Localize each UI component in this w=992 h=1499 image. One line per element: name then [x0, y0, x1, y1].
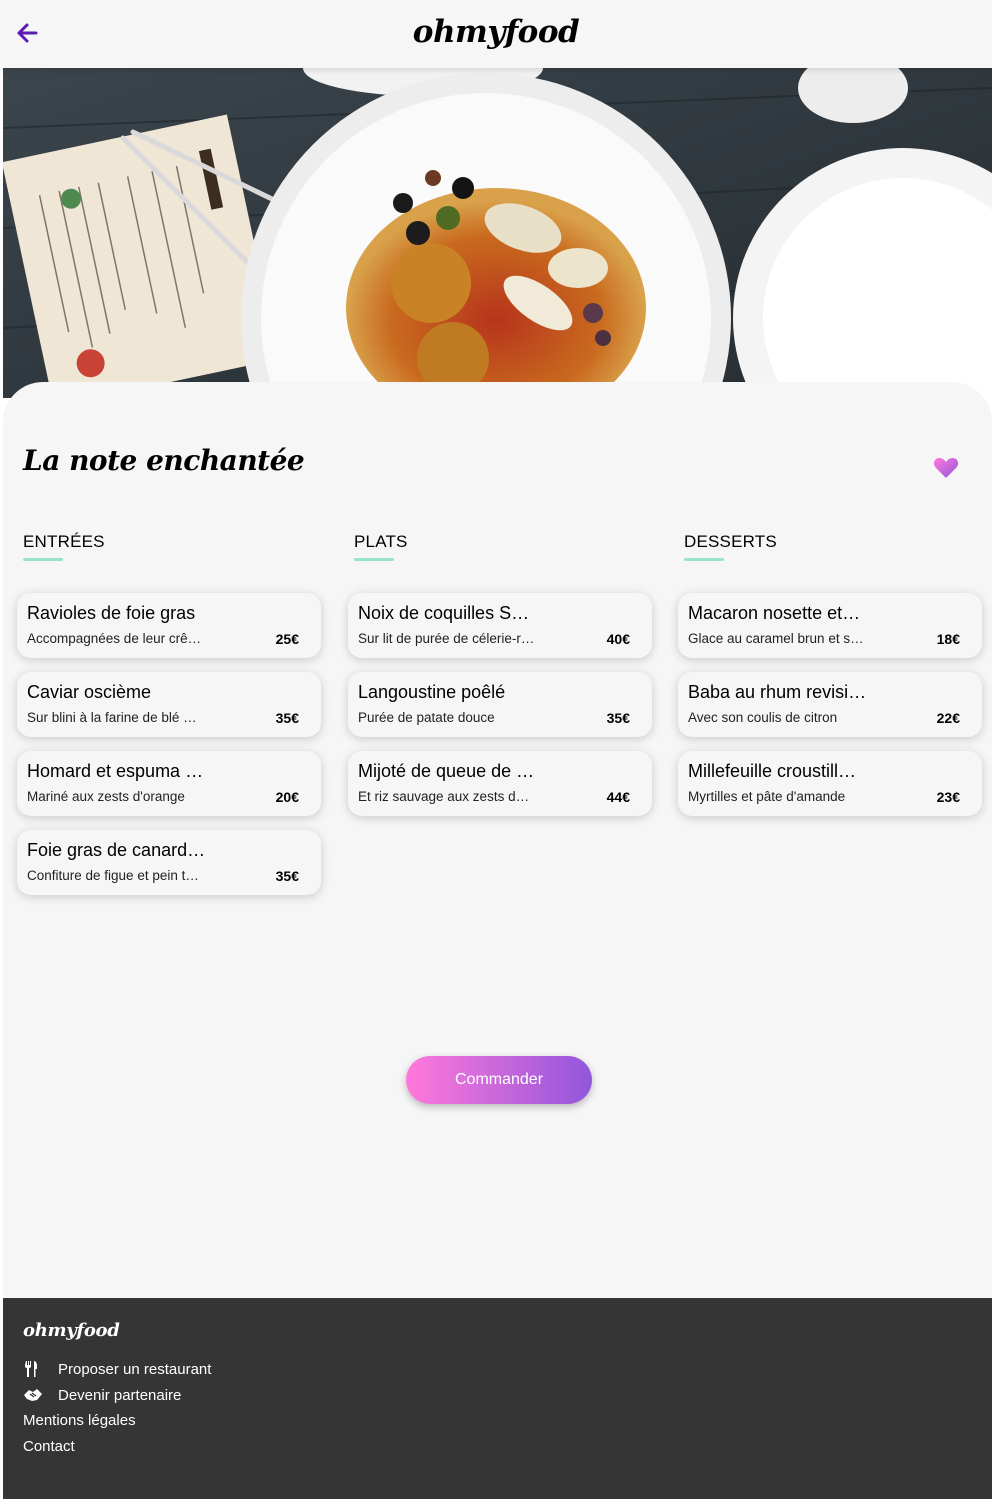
- footer-link-become-partner[interactable]: Devenir partenaire: [23, 1386, 181, 1404]
- footer-link-contact[interactable]: Contact: [23, 1438, 75, 1455]
- menu-item-card[interactable]: Homard et espuma … Mariné aux zests d'or…: [17, 751, 321, 816]
- footer: ohmyfood Proposer un restaurant Devenir …: [3, 1298, 992, 1499]
- menu-item-card[interactable]: Foie gras de canard… Confiture de figue …: [17, 830, 321, 895]
- menu-item-card[interactable]: Noix de coquilles S… Sur lit de purée de…: [348, 593, 652, 658]
- menu-item-price: 25€: [275, 631, 299, 647]
- menu-item-card[interactable]: Millefeuille croustill… Myrtilles et pât…: [678, 751, 982, 816]
- menu-item-name: Caviar oscième: [27, 682, 152, 702]
- like-button[interactable]: [933, 456, 959, 480]
- menu-item-price: 22€: [936, 710, 960, 726]
- menu-item-card[interactable]: Ravioles de foie gras Accompagnées de le…: [17, 593, 321, 658]
- menu-item-name: Noix de coquilles S…: [358, 603, 530, 623]
- menu-item-price: 18€: [936, 631, 960, 647]
- footer-link-label: Proposer un restaurant: [58, 1360, 212, 1378]
- menu-item-price: 40€: [606, 631, 630, 647]
- section-underline: [354, 558, 394, 561]
- menu-item-description: Sur lit de purée de célerie-r…: [358, 631, 535, 646]
- restaurant-title: La note enchantée: [23, 444, 305, 477]
- menu-item-name: Mijoté de queue de …: [358, 761, 535, 781]
- menu-item-description: Purée de patate douce: [358, 710, 495, 725]
- menu-item-description: Sur blini à la farine de blé …: [27, 710, 197, 725]
- section-title: ENTRÉES: [23, 532, 105, 551]
- section-title: DESSERTS: [684, 532, 777, 551]
- section-title: PLATS: [354, 532, 408, 551]
- menu-item-name: Macaron nosette et…: [688, 603, 861, 623]
- menu-item-description: Myrtilles et pâte d'amande: [688, 789, 846, 804]
- section-underline: [684, 558, 724, 561]
- hero-food-photo: [3, 68, 992, 398]
- menu-item-price: 44€: [606, 789, 630, 805]
- menu-item-name: Langoustine poêlé: [358, 682, 506, 702]
- footer-link-label: Mentions légales: [23, 1412, 136, 1429]
- menu-item-card[interactable]: Mijoté de queue de … Et riz sauvage aux …: [348, 751, 652, 816]
- menu-item-description: Glace au caramel brun et s…: [688, 631, 864, 646]
- menu-item-description: Et riz sauvage aux zests d…: [358, 789, 530, 804]
- menu-item-price: 35€: [275, 710, 299, 726]
- menu-item-card[interactable]: Macaron nosette et… Glace au caramel bru…: [678, 593, 982, 658]
- menu-item-description: Mariné aux zests d'orange: [27, 789, 185, 804]
- utensils-icon: [23, 1360, 43, 1378]
- menu-item-price: 35€: [606, 710, 630, 726]
- menu-item-price: 35€: [275, 868, 299, 884]
- restaurant-content: La note enchantée ENTRÉES Ravioles de fo…: [3, 382, 992, 1298]
- menu-item-description: Confiture de figue et pein t…: [27, 868, 199, 883]
- header: ohmyfood: [0, 0, 992, 68]
- footer-link-legal-notice[interactable]: Mentions légales: [23, 1412, 136, 1429]
- menu-item-name: Millefeuille croustill…: [688, 761, 857, 781]
- menu-item-name: Baba au rhum revisi…: [688, 682, 867, 702]
- hero-image: [3, 68, 992, 398]
- footer-link-label: Contact: [23, 1438, 75, 1455]
- menu-item-description: Avec son coulis de citron: [688, 710, 838, 725]
- handshake-icon: [23, 1386, 43, 1404]
- order-button[interactable]: Commander: [406, 1056, 592, 1104]
- menu-item-price: 23€: [936, 789, 960, 805]
- section-underline: [23, 558, 63, 561]
- footer-link-label: Devenir partenaire: [58, 1386, 182, 1404]
- footer-link-propose-restaurant[interactable]: Proposer un restaurant: [23, 1360, 211, 1378]
- site-logo[interactable]: ohmyfood: [0, 14, 992, 50]
- footer-logo[interactable]: ohmyfood: [23, 1320, 120, 1341]
- heart-icon: [933, 458, 959, 478]
- menu-item-name: Foie gras de canard…: [27, 840, 206, 860]
- menu-item-card[interactable]: Baba au rhum revisi… Avec son coulis de …: [678, 672, 982, 737]
- menu-item-card[interactable]: Langoustine poêlé Purée de patate douce …: [348, 672, 652, 737]
- menu-item-price: 20€: [275, 789, 299, 805]
- menu-item-card[interactable]: Caviar oscième Sur blini à la farine de …: [17, 672, 321, 737]
- menu-item-name: Ravioles de foie gras: [27, 603, 196, 623]
- menu-item-name: Homard et espuma …: [27, 761, 204, 781]
- menu-item-description: Accompagnées de leur crê…: [27, 631, 202, 646]
